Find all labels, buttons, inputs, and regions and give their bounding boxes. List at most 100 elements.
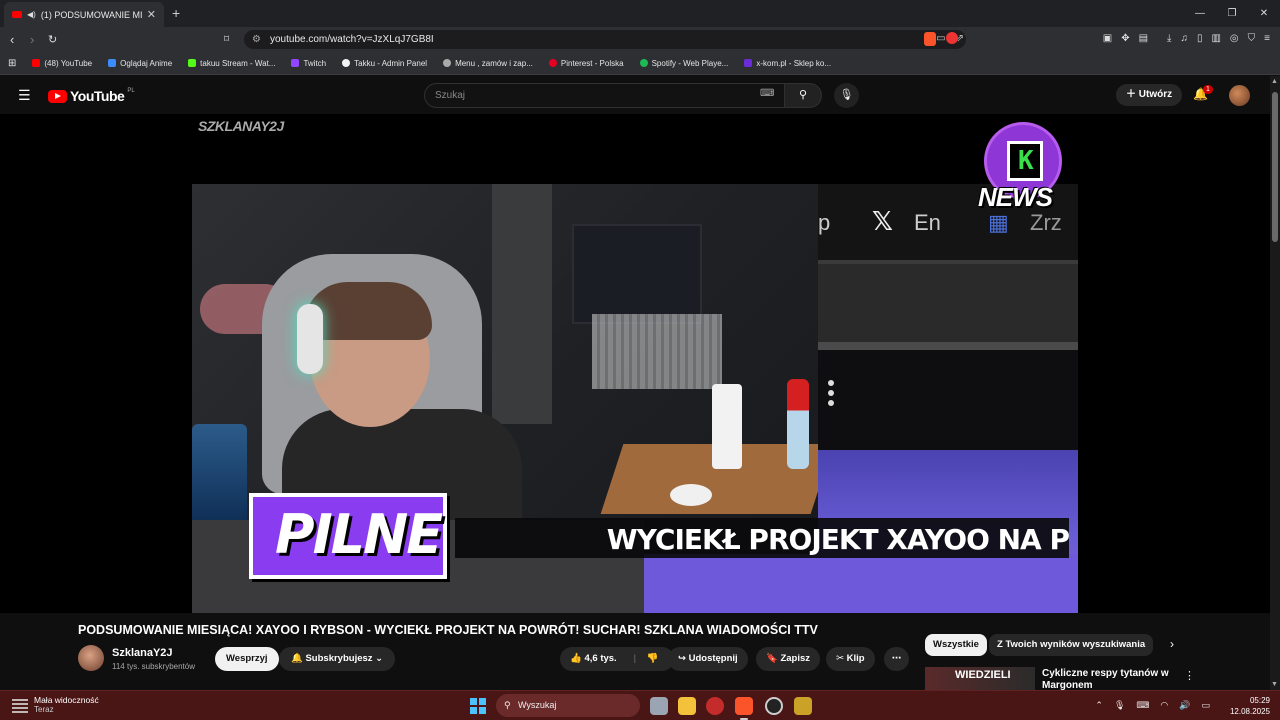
hamburger-menu-icon[interactable]: ☰ bbox=[18, 87, 31, 104]
app-t-icon[interactable] bbox=[706, 697, 724, 715]
bookmark-item[interactable]: Twitch bbox=[285, 59, 332, 68]
chip-from-search[interactable]: Z Twoich wyników wyszukiwania bbox=[989, 634, 1154, 656]
voice-search-button[interactable]: 🎙 bbox=[834, 83, 859, 108]
back-icon[interactable]: ‹ bbox=[10, 32, 14, 47]
save-button[interactable]: 🔖 Zapisz bbox=[756, 647, 821, 671]
like-dislike-group: 👍 4,6 tys. | 👎 bbox=[560, 647, 674, 671]
share-button[interactable]: ↪ Udostępnij bbox=[668, 647, 748, 671]
bookmark-item[interactable]: x-kom.pl - Sklep ko... bbox=[738, 59, 837, 68]
scroll-down-icon[interactable]: ▼ bbox=[1271, 681, 1278, 688]
bookmark-item[interactable]: Takku - Admin Panel bbox=[336, 59, 433, 68]
search-input[interactable]: Szukaj bbox=[424, 83, 786, 108]
video-player[interactable]: SZKLANAY2J p 𝕏 En ▦ Zrz NEWS PILNE WYCIE… bbox=[0, 114, 1270, 613]
bookmark-item[interactable]: Spotify - Web Playe... bbox=[634, 59, 735, 68]
clip-button[interactable]: ✂ Klip bbox=[826, 647, 875, 671]
cast-icon[interactable]: ▭ bbox=[936, 33, 945, 44]
battery-icon[interactable]: ▭ bbox=[1201, 700, 1210, 711]
maximize-button[interactable]: ❐ bbox=[1216, 0, 1248, 27]
sidebar-icon[interactable]: ▯ bbox=[1197, 33, 1203, 44]
bell-icon: 🔔 bbox=[291, 653, 306, 664]
recommendation-thumbnail[interactable]: WIEDZIELI bbox=[925, 667, 1035, 690]
audio-playing-icon[interactable]: ◀) bbox=[27, 10, 36, 19]
bookmark-favicon-icon bbox=[291, 59, 300, 67]
bookmark-item[interactable]: (48) YouTube bbox=[26, 59, 98, 68]
new-tab-button[interactable]: + bbox=[172, 5, 180, 21]
wifi-icon[interactable]: ◠ bbox=[1160, 700, 1168, 711]
bookmark-item[interactable]: Pinterest - Polska bbox=[543, 59, 630, 68]
page-scrollbar[interactable]: ▲ ▼ bbox=[1270, 76, 1280, 690]
bookmark-item[interactable]: Menu , zamów i zap... bbox=[437, 59, 539, 68]
scrollbar-thumb[interactable] bbox=[1272, 92, 1278, 242]
channel-name[interactable]: SzklanaY2J bbox=[112, 647, 173, 659]
browser-tab-strip: ◀) (1) PODSUMOWANIE MIESIĄ ✕ + — ❐ ✕ bbox=[0, 0, 1280, 27]
weather-widget[interactable]: Mała widoczność Teraz bbox=[12, 695, 99, 714]
more-actions-button[interactable]: ⋯ bbox=[884, 647, 909, 671]
extension-icon[interactable]: ▣ bbox=[1103, 33, 1112, 44]
wallet-icon[interactable]: ▥ bbox=[1211, 33, 1220, 44]
extension-icon[interactable]: ▤ bbox=[1139, 33, 1148, 44]
recommendation-title[interactable]: Cykliczne respy tytanów w Margonem bbox=[1042, 668, 1172, 692]
brave-rewards-icon[interactable] bbox=[946, 32, 958, 44]
x-logo-icon: 𝕏 bbox=[872, 206, 893, 236]
download-icon[interactable]: ⤓ bbox=[1167, 33, 1171, 44]
browser-extension-icons: ▣ ✥ ▤ ⤓ ♫ ▯ ▥ ◎ ⛉ ≡ bbox=[1103, 33, 1270, 44]
shield-icon[interactable]: ⛉ bbox=[1248, 33, 1256, 44]
vpn-icon[interactable]: ◎ bbox=[1230, 33, 1239, 44]
chip-all[interactable]: Wszystkie bbox=[925, 634, 987, 656]
support-button[interactable]: Wesprzyj bbox=[215, 647, 279, 671]
channel-avatar[interactable] bbox=[78, 645, 104, 671]
account-avatar[interactable] bbox=[1229, 85, 1250, 106]
menu-icon[interactable]: ≡ bbox=[1264, 33, 1270, 44]
subscriber-count: 114 tys. subskrybentów bbox=[112, 662, 196, 671]
like-button[interactable]: 👍 4,6 tys. bbox=[570, 653, 617, 664]
keyboard-tray-icon[interactable]: ⌨ bbox=[1136, 700, 1149, 711]
bookmark-item[interactable]: Oglądaj Anime bbox=[102, 59, 178, 68]
site-info-icon[interactable]: ⚙ bbox=[252, 30, 261, 49]
video-title: PODSUMOWANIE MIESIĄCA! XAYOO I RYBSON - … bbox=[78, 623, 818, 637]
microphone-icon: 🎙 bbox=[839, 89, 854, 101]
brave-shields-icon[interactable] bbox=[924, 32, 936, 46]
forward-icon[interactable]: › bbox=[30, 32, 34, 47]
url-text: youtube.com/watch?v=JzXLqJ7GB8I bbox=[270, 34, 434, 45]
media-icon[interactable]: ♫ bbox=[1180, 33, 1188, 44]
create-button[interactable]: ＋ Utwórz bbox=[1116, 84, 1183, 106]
close-window-button[interactable]: ✕ bbox=[1248, 0, 1280, 27]
puzzle-icon[interactable]: ✥ bbox=[1121, 33, 1129, 44]
volume-icon[interactable]: 🔊 bbox=[1179, 700, 1190, 711]
reload-icon[interactable]: ↻ bbox=[48, 33, 57, 46]
url-field[interactable]: ⚙ youtube.com/watch?v=JzXLqJ7GB8I bbox=[244, 30, 966, 49]
chevron-right-icon[interactable]: › bbox=[1170, 637, 1174, 651]
youtube-logo[interactable]: YouTube PL bbox=[48, 88, 135, 104]
plus-icon: ＋ bbox=[1126, 89, 1139, 100]
close-tab-icon[interactable]: ✕ bbox=[147, 8, 156, 21]
scene-stream-panel-low bbox=[818, 350, 1078, 450]
taskbar-search[interactable]: ⚲ Wyszukaj bbox=[496, 694, 640, 717]
apps-grid-icon[interactable]: ⊞ bbox=[8, 58, 16, 69]
subscribed-button[interactable]: 🔔 Subskrybujesz ⌄ bbox=[279, 647, 396, 671]
scroll-up-icon[interactable]: ▲ bbox=[1271, 78, 1278, 85]
game-app-icon[interactable] bbox=[794, 697, 812, 715]
urgent-banner: PILNE bbox=[249, 493, 447, 579]
microphone-tray-icon[interactable]: 🎙 bbox=[1114, 700, 1125, 711]
task-view-icon[interactable] bbox=[650, 697, 668, 715]
bookmark-favicon-icon bbox=[188, 59, 197, 67]
brave-browser-icon[interactable] bbox=[735, 697, 753, 720]
bookmark-item[interactable]: takuu Stream - Wat... bbox=[182, 59, 281, 68]
browser-tab-youtube[interactable]: ◀) (1) PODSUMOWANIE MIESIĄ ✕ bbox=[4, 2, 164, 27]
app-icon[interactable] bbox=[765, 697, 783, 715]
windows-start-icon[interactable] bbox=[470, 698, 486, 714]
keyboard-icon[interactable]: ⌨ bbox=[760, 88, 774, 99]
kebab-menu-icon[interactable]: ⋮ bbox=[1184, 669, 1195, 682]
search-button[interactable]: ⚲ bbox=[784, 83, 822, 108]
panel-label: p bbox=[818, 210, 831, 235]
share-icon: ↪ bbox=[678, 653, 689, 664]
taskbar-clock[interactable]: 05:29 12.08.2025 bbox=[1230, 695, 1270, 717]
youtube-favicon-icon bbox=[12, 11, 22, 18]
bookmark-icon[interactable]: ⌑ bbox=[224, 34, 229, 45]
file-explorer-icon[interactable] bbox=[678, 697, 696, 715]
tray-chevron-icon[interactable]: ⌃ bbox=[1095, 700, 1103, 711]
save-icon: 🔖 bbox=[766, 653, 781, 664]
scene-bottle bbox=[787, 379, 809, 469]
dislike-button[interactable]: 👎 bbox=[647, 653, 659, 664]
minimize-button[interactable]: — bbox=[1184, 0, 1216, 27]
